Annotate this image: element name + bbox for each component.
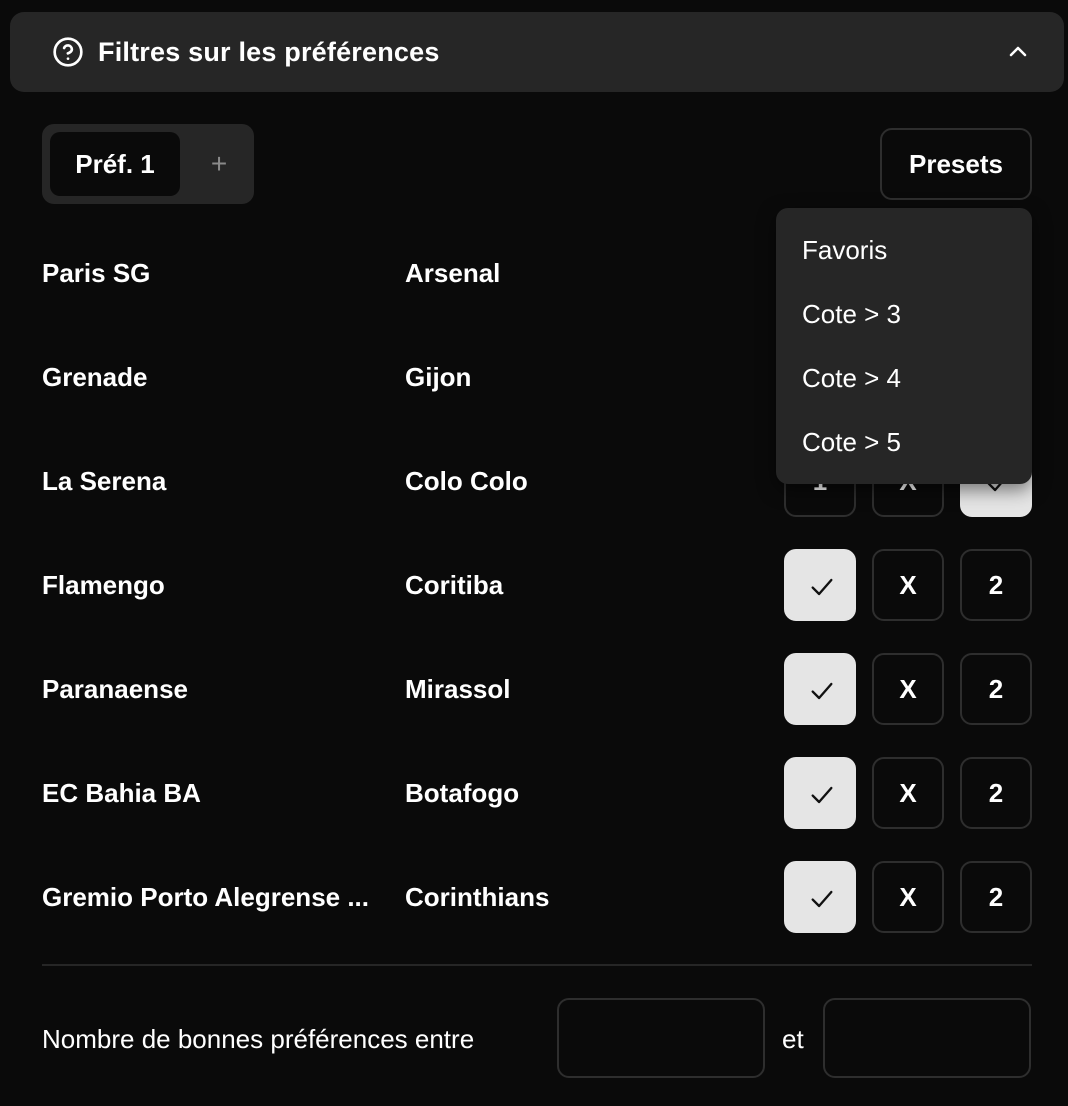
- option-1-button[interactable]: [784, 549, 856, 621]
- filters-accordion-header[interactable]: Filtres sur les préférences: [10, 12, 1064, 92]
- match-row: EC Bahia BA Botafogo X 2: [0, 757, 1068, 829]
- range-min-input[interactable]: [557, 998, 765, 1078]
- check-icon: [811, 786, 833, 804]
- option-1-button[interactable]: [784, 757, 856, 829]
- check-icon: [811, 578, 833, 596]
- option-1-button[interactable]: [784, 861, 856, 933]
- preference-tabs: Préf. 1 +: [42, 124, 254, 204]
- away-team: Arsenal: [405, 258, 501, 288]
- option-2-button[interactable]: 2: [960, 549, 1032, 621]
- option-2-button[interactable]: 2: [960, 757, 1032, 829]
- away-team: Mirassol: [405, 674, 511, 704]
- home-team: Paris SG: [42, 258, 151, 288]
- chevron-up-icon[interactable]: [1006, 40, 1030, 64]
- match-row: Paranaense Mirassol X 2: [0, 653, 1068, 725]
- presets-dropdown: Favoris Cote > 3 Cote > 4 Cote > 5: [776, 208, 1032, 484]
- preset-favoris[interactable]: Favoris: [776, 218, 1032, 282]
- preset-cote-5[interactable]: Cote > 5: [776, 410, 1032, 474]
- option-1-button[interactable]: [784, 653, 856, 725]
- option-2-button[interactable]: 2: [960, 861, 1032, 933]
- home-team: La Serena: [42, 466, 167, 496]
- away-team: Botafogo: [405, 778, 520, 808]
- check-icon: [811, 682, 833, 700]
- match-row: Gremio Porto Alegrense ... Corinthians X 2: [0, 861, 1068, 933]
- range-max-input[interactable]: [823, 998, 1031, 1078]
- option-2-button[interactable]: 2: [960, 653, 1032, 725]
- option-x-button[interactable]: X: [872, 757, 944, 829]
- home-team: Grenade: [42, 362, 148, 392]
- check-icon: [811, 890, 833, 908]
- preset-cote-3[interactable]: Cote > 3: [776, 282, 1032, 346]
- preset-cote-4[interactable]: Cote > 4: [776, 346, 1032, 410]
- home-team: Paranaense: [42, 674, 188, 704]
- option-x-button[interactable]: X: [872, 549, 944, 621]
- home-team: Gremio Porto Alegrense ...: [42, 882, 370, 912]
- range-label: Nombre de bonnes préférences entre: [42, 1024, 475, 1054]
- option-x-button[interactable]: X: [872, 861, 944, 933]
- away-team: Gijon: [405, 362, 472, 392]
- tab-pref-1[interactable]: Préf. 1: [50, 132, 180, 196]
- option-x-button[interactable]: X: [872, 653, 944, 725]
- home-team: Flamengo: [42, 570, 165, 600]
- away-team: Corinthians: [405, 882, 550, 912]
- away-team: Colo Colo: [405, 466, 528, 496]
- home-team: EC Bahia BA: [42, 778, 201, 808]
- match-row: Flamengo Coritiba X 2: [0, 549, 1068, 621]
- add-preference-button[interactable]: +: [192, 132, 246, 196]
- filters-title: Filtres sur les préférences: [98, 37, 440, 67]
- divider: [42, 964, 1032, 966]
- range-separator: et: [782, 1024, 804, 1054]
- away-team: Coritiba: [405, 570, 504, 600]
- presets-button[interactable]: Presets: [880, 128, 1032, 200]
- help-circle-icon: [53, 37, 83, 67]
